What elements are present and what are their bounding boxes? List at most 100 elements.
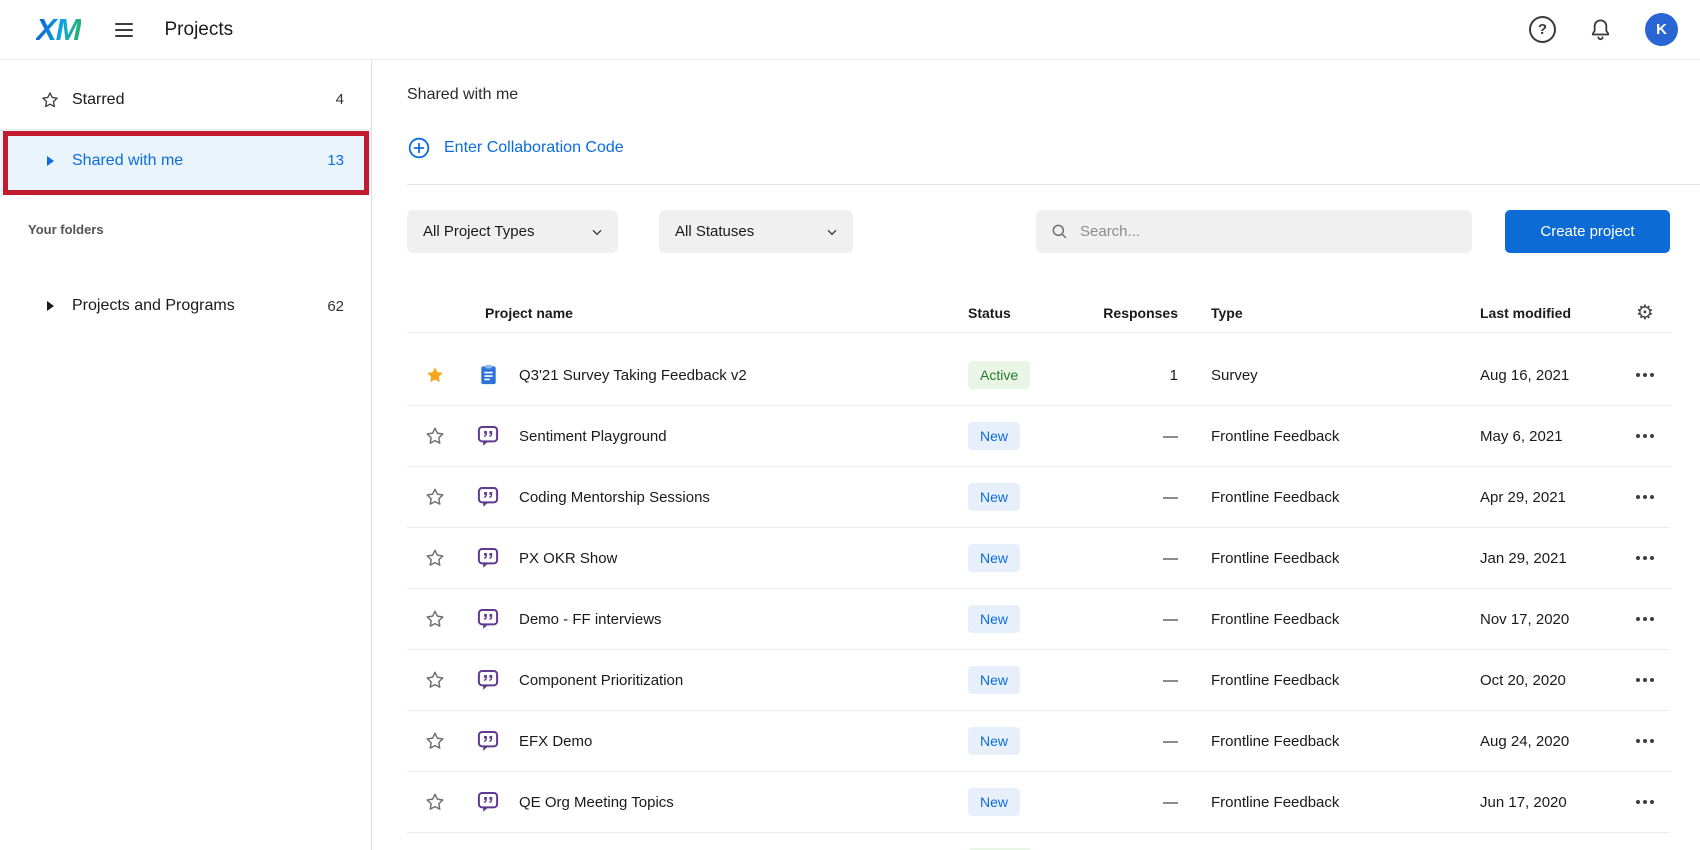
table-row[interactable]: QE Org Meeting Topics New — Frontline Fe… xyxy=(407,772,1670,833)
row-menu-button[interactable] xyxy=(1630,731,1660,751)
star-toggle[interactable] xyxy=(422,606,448,632)
frontline-feedback-icon xyxy=(476,729,500,753)
menu-icon[interactable] xyxy=(113,18,135,42)
help-icon[interactable]: ? xyxy=(1529,16,1556,43)
create-project-button[interactable]: Create project xyxy=(1505,210,1670,253)
modified-value: Oct 20, 2020 xyxy=(1480,672,1566,689)
star-toggle[interactable] xyxy=(422,545,448,571)
project-type-filter-value: All Project Types xyxy=(423,223,534,240)
column-header-project-name: Project name xyxy=(463,305,968,321)
type-value: Frontline Feedback xyxy=(1211,611,1339,628)
type-value: Frontline Feedback xyxy=(1211,428,1339,445)
topbar-actions: ? K xyxy=(1529,13,1678,46)
star-toggle[interactable] xyxy=(422,789,448,815)
star-toggle[interactable] xyxy=(422,728,448,754)
project-name[interactable]: Demo - FF interviews xyxy=(519,611,662,628)
type-value: Frontline Feedback xyxy=(1211,550,1339,567)
star-toggle[interactable] xyxy=(422,484,448,510)
modified-value: Aug 16, 2021 xyxy=(1480,367,1569,384)
sidebar-item-shared-with-me[interactable]: Shared with me 13 xyxy=(0,130,371,192)
sidebar-section-your-folders: Your folders xyxy=(28,222,371,237)
sidebar-item-label: Shared with me xyxy=(72,152,183,170)
sidebar-item-starred[interactable]: Starred 4 xyxy=(0,70,371,130)
modified-value: May 6, 2021 xyxy=(1480,428,1563,445)
table-settings-gear-icon[interactable]: ⚙ xyxy=(1620,300,1670,325)
project-name[interactable]: PX OKR Show xyxy=(519,550,617,567)
notifications-icon[interactable] xyxy=(1588,17,1613,42)
sidebar-item-projects-and-programs[interactable]: Projects and Programs 62 xyxy=(0,279,371,333)
plus-circle-icon xyxy=(407,136,431,160)
status-badge: Active xyxy=(968,361,1030,389)
star-toggle[interactable] xyxy=(422,362,448,388)
frontline-feedback-icon xyxy=(476,790,500,814)
responses-value: — xyxy=(1163,550,1178,567)
sidebar: Starred 4 Shared with me 13 Your folders… xyxy=(0,60,372,850)
table-row[interactable] xyxy=(407,833,1670,850)
project-name[interactable]: Q3'21 Survey Taking Feedback v2 xyxy=(519,367,747,384)
status-badge: New xyxy=(968,727,1020,755)
project-name[interactable]: Coding Mentorship Sessions xyxy=(519,489,710,506)
column-header-status: Status xyxy=(968,305,1078,321)
table-row[interactable]: Component Prioritization New — Frontline… xyxy=(407,650,1670,711)
type-value: Frontline Feedback xyxy=(1211,672,1339,689)
divider xyxy=(407,184,1700,185)
status-filter-dropdown[interactable]: All Statuses xyxy=(659,210,853,253)
row-menu-button[interactable] xyxy=(1630,548,1660,568)
chevron-down-icon xyxy=(589,224,605,240)
responses-value: — xyxy=(1163,489,1178,506)
project-name[interactable]: QE Org Meeting Topics xyxy=(519,794,674,811)
responses-value: — xyxy=(1163,611,1178,628)
star-toggle[interactable] xyxy=(422,667,448,693)
frontline-feedback-icon xyxy=(476,424,500,448)
search-box xyxy=(1036,210,1472,253)
table-row[interactable]: Coding Mentorship Sessions New — Frontli… xyxy=(407,467,1670,528)
sidebar-item-count: 4 xyxy=(336,91,344,108)
star-toggle[interactable] xyxy=(422,423,448,449)
sidebar-item-label: Starred xyxy=(72,91,124,109)
status-badge: New xyxy=(968,666,1020,694)
frontline-feedback-icon xyxy=(476,485,500,509)
xm-logo: XM xyxy=(36,12,81,48)
chevron-right-icon[interactable] xyxy=(40,301,60,311)
status-badge: New xyxy=(968,483,1020,511)
search-input[interactable] xyxy=(1080,223,1458,240)
modified-value: Jan 29, 2021 xyxy=(1480,550,1567,567)
status-badge: New xyxy=(968,788,1020,816)
chevron-down-icon xyxy=(824,224,840,240)
section-heading: Shared with me xyxy=(407,86,1700,104)
sidebar-item-label: Projects and Programs xyxy=(72,297,235,315)
table-header: Project name Status Responses Type Last … xyxy=(407,293,1670,333)
row-menu-button[interactable] xyxy=(1630,609,1660,629)
project-name[interactable]: Sentiment Playground xyxy=(519,428,667,445)
responses-value: — xyxy=(1163,794,1178,811)
table-row[interactable]: EFX Demo New — Frontline Feedback Aug 24… xyxy=(407,711,1670,772)
modified-value: Apr 29, 2021 xyxy=(1480,489,1566,506)
responses-value: 1 xyxy=(1170,367,1178,384)
table-row[interactable]: Sentiment Playground New — Frontline Fee… xyxy=(407,406,1670,467)
modified-value: Aug 24, 2020 xyxy=(1480,733,1569,750)
row-menu-button[interactable] xyxy=(1630,365,1660,385)
row-menu-button[interactable] xyxy=(1630,670,1660,690)
table-row[interactable]: PX OKR Show New — Frontline Feedback Jan… xyxy=(407,528,1670,589)
status-badge: New xyxy=(968,544,1020,572)
type-value: Frontline Feedback xyxy=(1211,794,1339,811)
modified-value: Jun 17, 2020 xyxy=(1480,794,1567,811)
survey-icon xyxy=(477,363,500,387)
project-type-filter-dropdown[interactable]: All Project Types xyxy=(407,210,618,253)
table-row[interactable]: Demo - FF interviews New — Frontline Fee… xyxy=(407,589,1670,650)
row-menu-button[interactable] xyxy=(1630,487,1660,507)
star-icon xyxy=(40,90,60,110)
sidebar-item-count: 13 xyxy=(327,152,344,169)
chevron-right-icon[interactable] xyxy=(40,156,60,166)
project-name[interactable]: EFX Demo xyxy=(519,733,592,750)
row-menu-button[interactable] xyxy=(1630,792,1660,812)
type-value: Frontline Feedback xyxy=(1211,733,1339,750)
enter-collaboration-code-link[interactable]: Enter Collaboration Code xyxy=(407,136,624,160)
project-name[interactable]: Component Prioritization xyxy=(519,672,683,689)
frontline-feedback-icon xyxy=(476,546,500,570)
row-menu-button[interactable] xyxy=(1630,426,1660,446)
user-avatar[interactable]: K xyxy=(1645,13,1678,46)
column-header-type: Type xyxy=(1178,305,1473,321)
table-row[interactable]: Q3'21 Survey Taking Feedback v2 Active 1… xyxy=(407,345,1670,406)
enter-collaboration-code-label: Enter Collaboration Code xyxy=(444,139,624,157)
